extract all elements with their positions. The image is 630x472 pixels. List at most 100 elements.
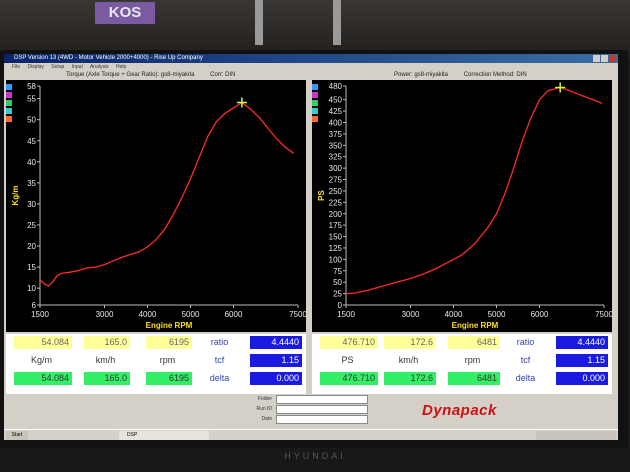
speed-live-value: 165.0: [84, 372, 130, 385]
rpm-live-value: 6481: [448, 372, 500, 385]
y-tick-label: 175: [329, 221, 343, 230]
dynapack-logo: Dynapack: [422, 402, 497, 419]
background-pole: [333, 0, 341, 45]
delta-value[interactable]: 0.000: [556, 372, 608, 385]
window-controls: [593, 55, 616, 62]
series-color-box[interactable]: [6, 116, 12, 122]
x-tick-label: 4000: [445, 310, 463, 319]
x-tick-label: 7500: [595, 310, 612, 319]
speed-value: 172.6: [384, 336, 436, 349]
y-tick-label: 58: [27, 82, 36, 91]
speed-unit-label: km/h: [398, 355, 419, 365]
series-color-box[interactable]: [312, 108, 318, 114]
torque-live-value: 54.084: [14, 372, 72, 385]
y-tick-label: 125: [329, 244, 343, 253]
x-axis-label: Engine RPM: [452, 321, 499, 330]
series-color-box[interactable]: [312, 100, 318, 106]
delta-label: delta: [209, 373, 230, 383]
y-tick-label: 25: [27, 221, 36, 230]
series-color-box[interactable]: [312, 84, 318, 90]
left-chart-corr: Corr: DIN: [210, 72, 236, 78]
y-tick-label: 425: [329, 107, 343, 116]
y-tick-label: 55: [27, 95, 36, 104]
y-axis-label: PS: [317, 190, 326, 201]
y-tick-label: 45: [27, 137, 36, 146]
x-axis-label: Engine RPM: [146, 321, 193, 330]
tcf-label: tcf: [214, 355, 225, 365]
power-value: 476.710: [320, 336, 378, 349]
x-tick-label: 3000: [96, 310, 114, 319]
background-pole: [255, 0, 263, 45]
close-button[interactable]: [609, 55, 616, 62]
ratio-value[interactable]: 4.4440: [556, 336, 608, 349]
y-tick-label: 225: [329, 198, 343, 207]
left-chart-title: Torque (Axle Torque + Gear Ratio): gs8-m…: [66, 72, 195, 78]
maximize-button[interactable]: [601, 55, 608, 62]
y-tick-label: 275: [329, 176, 343, 185]
series-color-box[interactable]: [312, 116, 318, 122]
power-unit-label: PS: [341, 355, 354, 365]
power-readout: 476.710 172.6 6481 ratio 4.4440 PS km/h …: [312, 334, 612, 394]
date-field[interactable]: [276, 415, 368, 424]
series-color-box[interactable]: [6, 100, 12, 106]
background-poster: KOS: [95, 2, 155, 24]
menu-setup[interactable]: Setup: [51, 64, 64, 70]
y-tick-label: 350: [329, 141, 343, 150]
speed-unit-label: km/h: [95, 355, 116, 365]
monitor-brand: HYUNDAI: [0, 448, 630, 472]
delta-label: delta: [515, 373, 536, 383]
tcf-value[interactable]: 1.15: [250, 354, 302, 367]
menu-display[interactable]: Display: [27, 64, 43, 70]
right-chart-corr: Correction Method: DIN: [463, 72, 527, 78]
torque-value: 54.084: [14, 336, 72, 349]
series-color-box[interactable]: [312, 92, 318, 98]
ratio-value[interactable]: 4.4440: [250, 336, 302, 349]
right-chart-info: Power: gs8-miyakita Correction Method: D…: [394, 71, 527, 79]
series-color-box[interactable]: [6, 108, 12, 114]
y-tick-label: 0: [338, 301, 343, 310]
speed-value: 165.0: [84, 336, 130, 349]
folder-field[interactable]: [276, 395, 368, 404]
y-tick-label: 200: [329, 210, 343, 219]
run-id-label: Run ID: [256, 406, 272, 412]
delta-value[interactable]: 0.000: [250, 372, 302, 385]
series-line: [345, 86, 603, 295]
y-tick-label: 150: [329, 233, 343, 242]
rpm-unit-label: rpm: [464, 355, 481, 365]
torque-unit-label: Kg/m: [30, 355, 52, 365]
power-live-value: 476.710: [320, 372, 378, 385]
x-tick-label: 5000: [182, 310, 200, 319]
minimize-button[interactable]: [593, 55, 600, 62]
menu-bar: File Display Setup Input Analysis Help: [4, 63, 618, 71]
tcf-value[interactable]: 1.15: [556, 354, 608, 367]
menu-analysis[interactable]: Analysis: [90, 64, 109, 70]
y-tick-label: 375: [329, 130, 343, 139]
tcf-label: tcf: [520, 355, 531, 365]
footer-panel: Folder Run ID Date Dynapack: [4, 394, 618, 429]
taskbar-item-dsp[interactable]: DSP: [119, 431, 209, 440]
date-label: Date: [261, 416, 272, 422]
run-id-field[interactable]: [276, 405, 368, 414]
series-color-box[interactable]: [6, 92, 12, 98]
menu-help[interactable]: Help: [116, 64, 126, 70]
screen: DSP Version 13 (4WD - Motor Vehicle 2000…: [4, 54, 618, 440]
y-tick-label: 400: [329, 119, 343, 128]
window-title: DSP Version 13 (4WD - Motor Vehicle 2000…: [14, 55, 203, 61]
speed-live-value: 172.6: [384, 372, 436, 385]
y-tick-label: 25: [333, 290, 342, 299]
ratio-label: ratio: [516, 337, 535, 347]
y-tick-label: 30: [27, 200, 36, 209]
y-tick-label: 40: [27, 158, 36, 167]
series-color-box[interactable]: [6, 84, 12, 90]
menu-input[interactable]: Input: [72, 64, 83, 70]
y-tick-label: 325: [329, 153, 343, 162]
menu-file[interactable]: File: [12, 64, 20, 70]
rpm-live-value: 6195: [146, 372, 192, 385]
x-tick-label: 4000: [139, 310, 157, 319]
y-tick-label: 100: [329, 255, 343, 264]
x-tick-label: 7500: [289, 310, 306, 319]
y-tick-label: 480: [329, 82, 343, 91]
y-tick-label: 50: [27, 116, 36, 125]
start-button[interactable]: Start: [6, 431, 28, 440]
y-tick-label: 20: [27, 242, 36, 251]
